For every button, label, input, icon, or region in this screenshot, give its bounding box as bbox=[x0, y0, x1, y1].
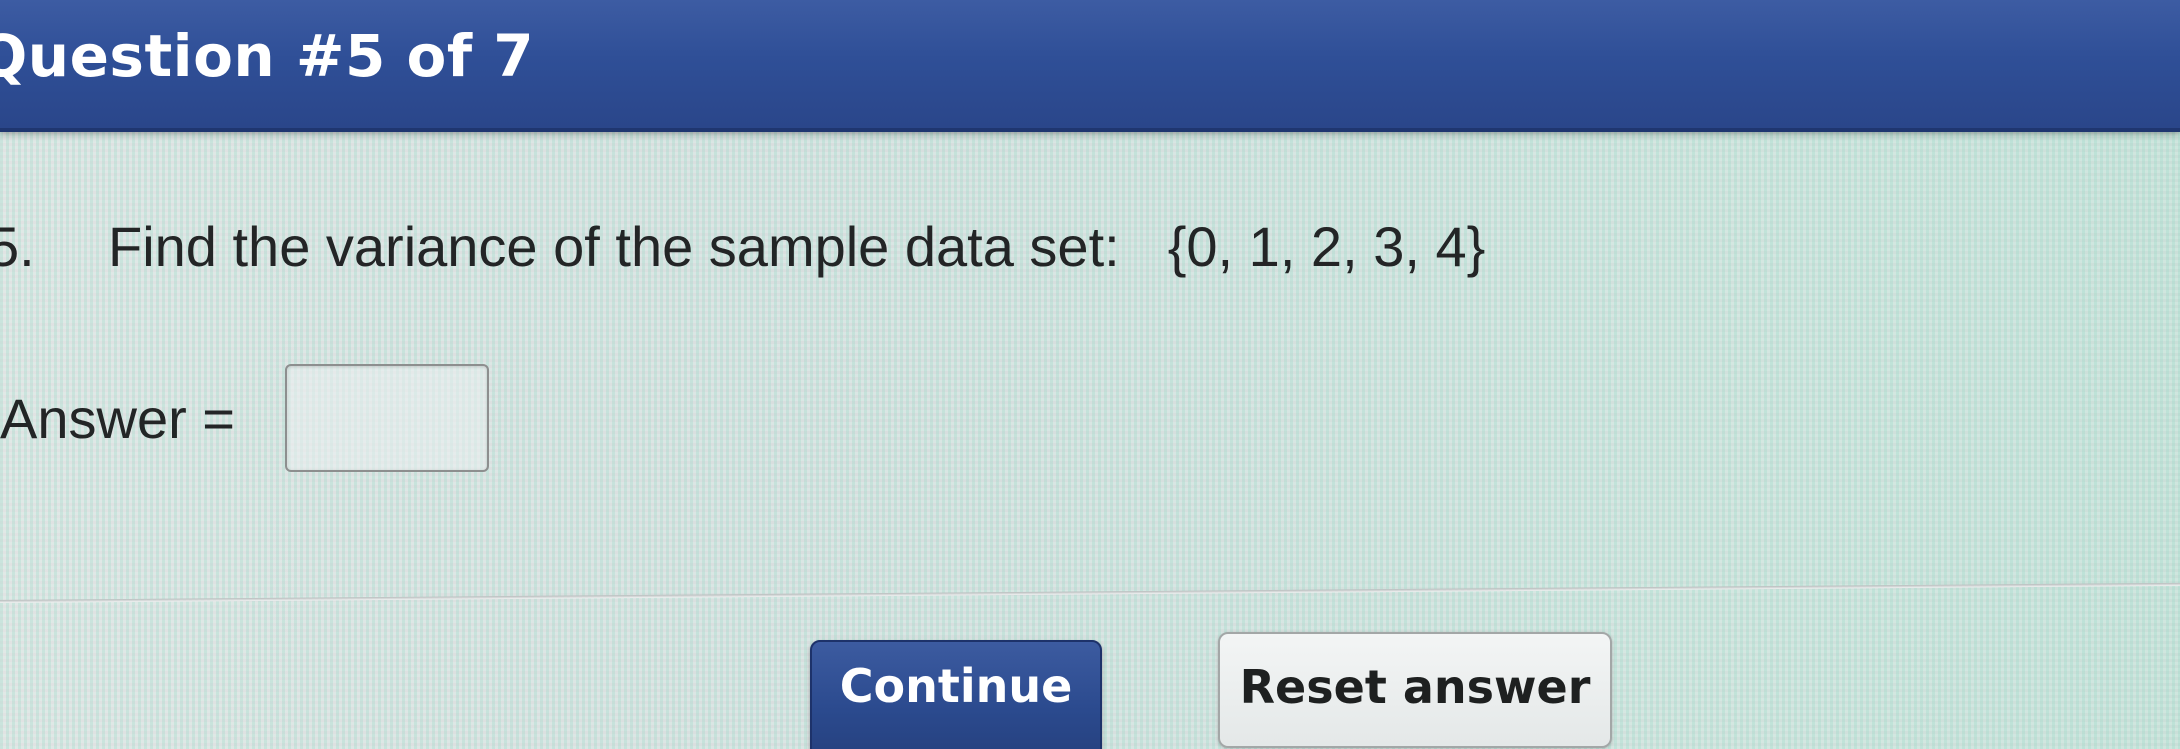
question-number: 5. bbox=[0, 215, 35, 278]
data-set: {0, 1, 2, 3, 4} bbox=[1167, 215, 1486, 278]
question-counter-title: Question #5 of 7 bbox=[0, 22, 535, 90]
question-header: Question #5 of 7 bbox=[0, 0, 2180, 132]
answer-row: Answer = bbox=[0, 362, 489, 474]
question-page: Question #5 of 7 5. Find the variance of … bbox=[0, 0, 2180, 749]
question-text: Find the variance of the sample data set… bbox=[108, 215, 1120, 278]
answer-input[interactable] bbox=[285, 364, 489, 472]
continue-button[interactable]: Continue bbox=[810, 640, 1102, 749]
question-prompt: 5. Find the variance of the sample data s… bbox=[0, 214, 1485, 279]
reset-answer-button[interactable]: Reset answer bbox=[1218, 632, 1612, 748]
answer-label: Answer = bbox=[0, 386, 235, 450]
section-divider bbox=[0, 582, 2180, 603]
